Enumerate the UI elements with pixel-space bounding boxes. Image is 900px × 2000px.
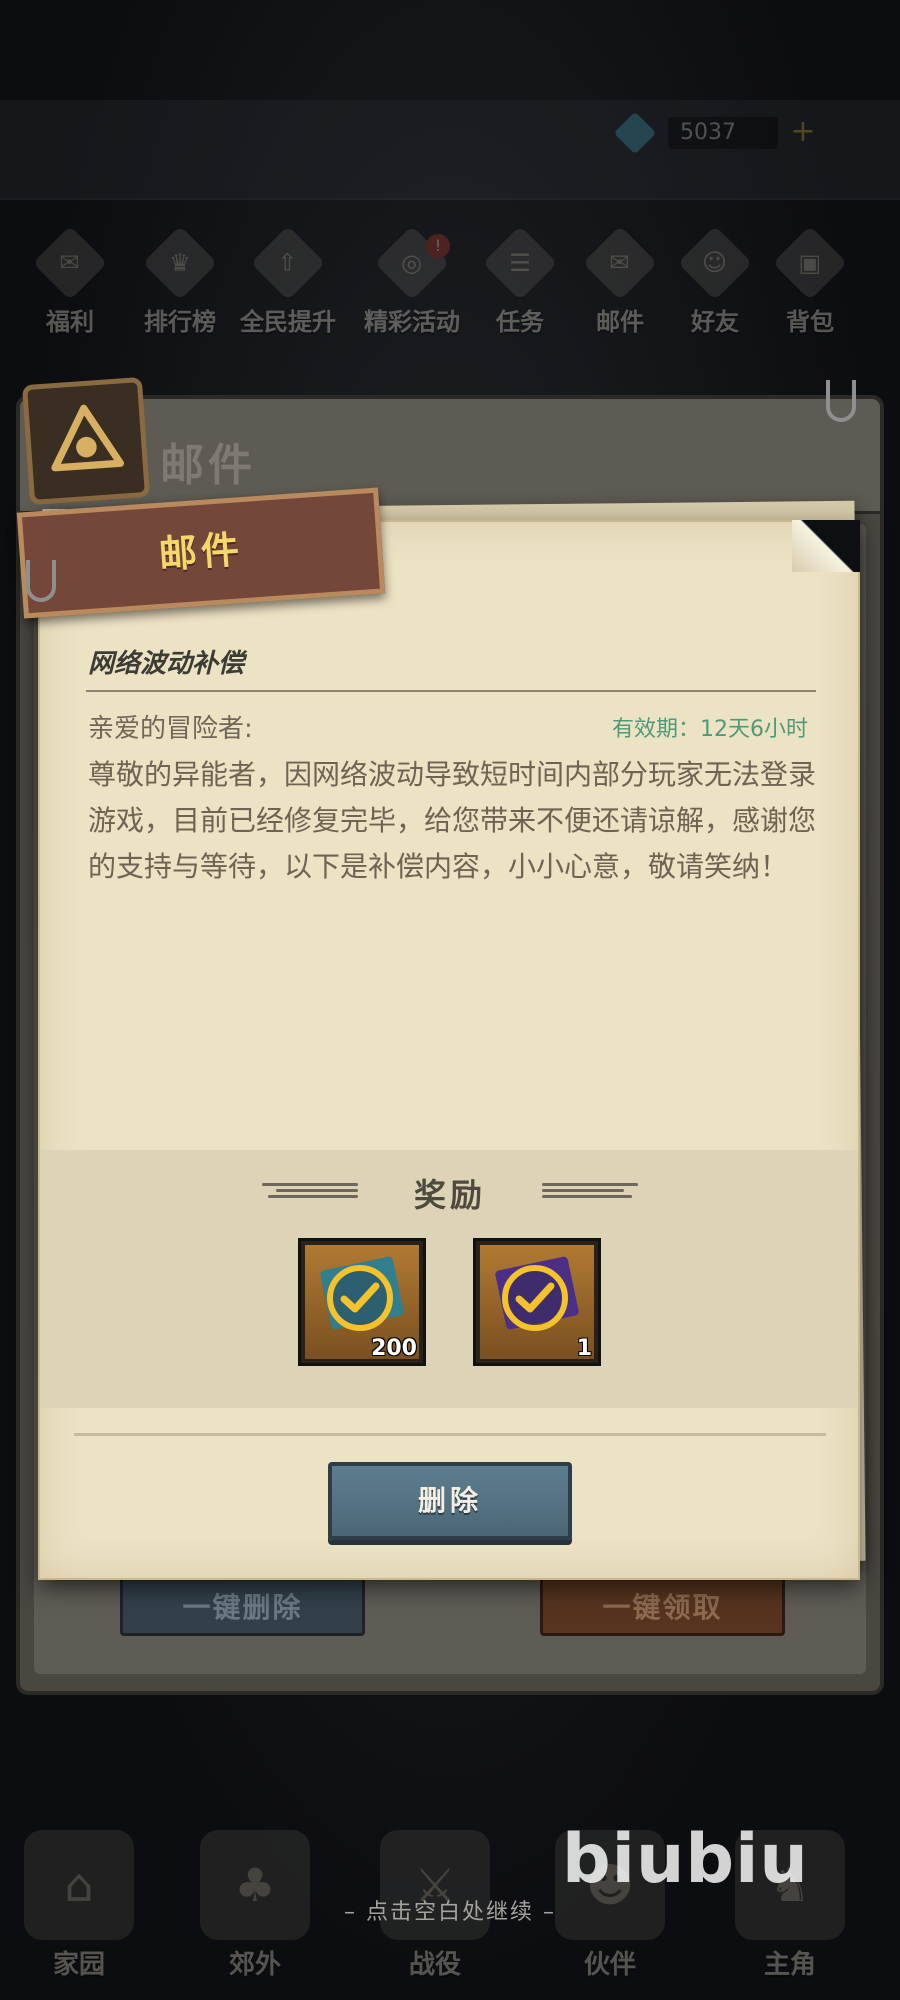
mail-icon: ✉ [582, 225, 658, 301]
nav-item-welfare[interactable]: ✉ 福利 [20, 225, 120, 337]
gem-currency: 5037 + [613, 111, 818, 155]
nav-item-label: 背包 [786, 308, 834, 336]
mail-window-title: 邮件 [160, 440, 256, 491]
subject-divider [86, 690, 816, 692]
bottom-nav-label: 主角 [763, 1950, 816, 1980]
nav-item-label: 邮件 [596, 308, 644, 336]
watermark: biubiu [562, 1820, 809, 1899]
gem-value: 5037 [668, 117, 778, 149]
nav-item-ranking[interactable]: ♛ 排行榜 [130, 225, 230, 337]
nav-item-mail[interactable]: ✉ 邮件 [570, 225, 670, 337]
check-icon [502, 1265, 568, 1331]
quest-icon: ☰ [482, 225, 558, 301]
bag-icon: ▣ [772, 225, 848, 301]
mail-window-header: 邮件 [20, 399, 880, 514]
delete-all-button[interactable]: 一键删除 [120, 1574, 365, 1636]
nav-item-label: 精彩活动 [364, 308, 460, 336]
reward-item[interactable]: 200 [298, 1238, 426, 1366]
letter-divider [74, 1433, 826, 1436]
bottom-nav-label: 伙伴 [583, 1950, 636, 1980]
nav-item-label: 全民提升 [240, 308, 336, 336]
nav-item-upgrade[interactable]: ⇧ 全民提升 [238, 225, 338, 337]
friends-icon: ☺ [677, 225, 753, 301]
add-gem-button[interactable]: + [788, 117, 818, 148]
bottom-nav-label: 郊外 [228, 1950, 281, 1980]
reward-quantity: 1 [576, 1336, 592, 1361]
hook-icon [26, 560, 56, 602]
rewards-title: 奖励 [413, 1176, 486, 1214]
mail-body: 尊敬的异能者，因网络波动导致短时间内部分玩家无法登录游戏，目前已经修复完毕，给您… [88, 758, 817, 883]
upgrade-icon: ⇧ [250, 225, 326, 301]
mail-greeting: 亲爱的冒险者: [88, 714, 253, 744]
delete-button[interactable]: 删除 [328, 1462, 572, 1540]
bottom-nav-label: 战役 [408, 1950, 461, 1980]
welfare-icon: ✉ [32, 225, 108, 301]
gem-icon [613, 111, 657, 155]
nav-item-label: 任务 [496, 308, 544, 336]
mail-validity: 有效期：12天6小时 [612, 717, 808, 742]
notification-badge: ! [426, 234, 450, 258]
nav-item-quest[interactable]: ☰ 任务 [470, 225, 570, 337]
nav-item-event[interactable]: ◎ 精彩活动! [362, 225, 462, 337]
nav-item-label: 好友 [691, 308, 739, 336]
decor-lines-right [542, 1183, 638, 1201]
top-nav: ✉ 福利 ♛ 排行榜 ⇧ 全民提升 ◎ 精彩活动! ☰ 任务 ✉ 邮件 ☺ 好友 ▣ 背包 [0, 225, 900, 350]
nav-item-bag[interactable]: ▣ 背包 [760, 225, 860, 337]
claim-all-button[interactable]: 一键领取 [540, 1574, 785, 1636]
nav-item-label: 福利 [46, 308, 94, 336]
hook-icon [826, 380, 856, 422]
letter-banner-title: 邮件 [157, 527, 245, 577]
reward-quantity: 200 [371, 1336, 417, 1361]
nav-item-label: 排行榜 [144, 308, 216, 336]
mail-subject: 网络波动补偿 [88, 649, 245, 679]
recycle-emblem-icon [21, 376, 151, 506]
check-icon [327, 1265, 393, 1331]
reward-item[interactable]: 1 [473, 1238, 601, 1366]
bottom-nav-label: 家园 [52, 1950, 105, 1980]
page-curl [792, 520, 860, 572]
screen[interactable]: { "background_hud": { "currency_value": … [0, 0, 900, 2000]
nav-item-friends[interactable]: ☺ 好友 [665, 225, 765, 337]
ranking-icon: ♛ [142, 225, 218, 301]
